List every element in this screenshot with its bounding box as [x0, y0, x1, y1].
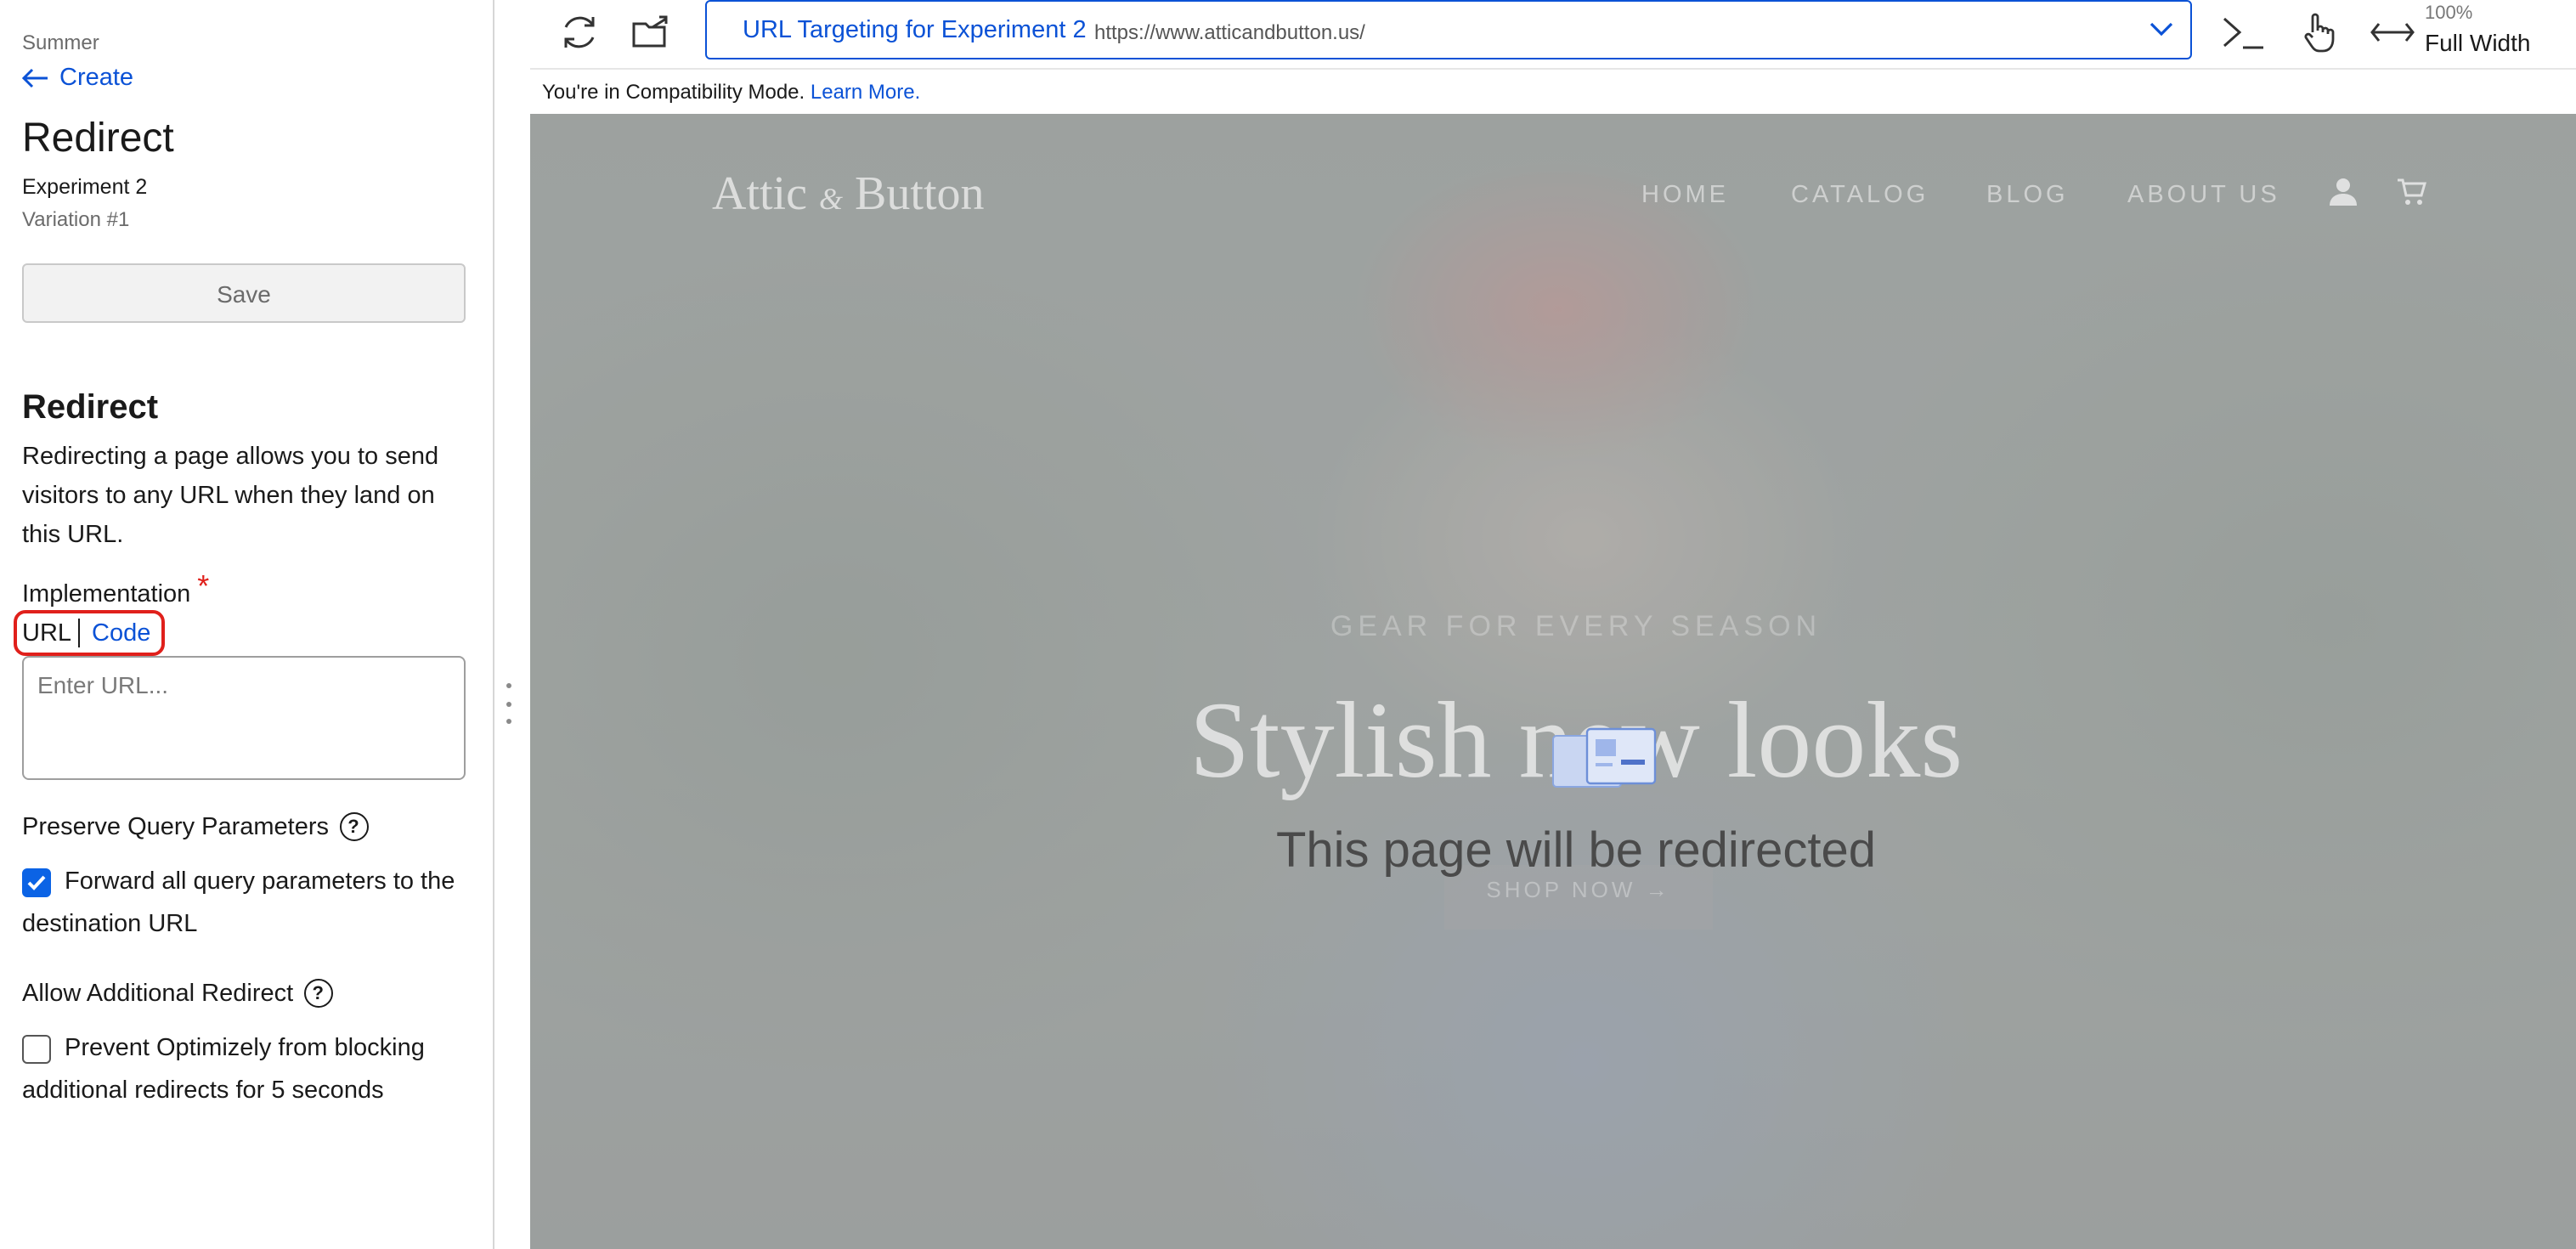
editor-sidebar: Summer Create Redirect Experiment 2 Vari… [0, 0, 494, 1249]
page-url-select[interactable]: URL Targeting for Experiment 2 https://w… [705, 0, 2192, 59]
required-marker: * [197, 569, 210, 603]
implementation-separator [78, 619, 80, 647]
site-nav-catalog[interactable]: CATALOG [1791, 182, 1929, 209]
additional-redirect-help-icon[interactable]: ? [303, 979, 333, 1008]
additional-redirect-label: Allow Additional Redirect ? [22, 979, 333, 1008]
redirect-section-title: Redirect [22, 389, 159, 427]
chevron-down-icon [2149, 22, 2173, 37]
redirect-pages-icon [1552, 727, 1657, 788]
preserve-query-help-icon[interactable]: ? [339, 812, 369, 841]
compatibility-text: You're in Compatibility Mode. [542, 80, 805, 104]
preserve-query-label: Preserve Query Parameters ? [22, 812, 369, 841]
back-link-label: Create [59, 65, 134, 92]
redirect-description: Redirecting a page allows you to send vi… [22, 444, 439, 549]
site-logo-end: Button [855, 168, 985, 221]
preserve-query-label-text: Preserve Query Parameters [22, 813, 330, 840]
cart-icon[interactable] [2396, 177, 2426, 207]
width-arrows-icon[interactable] [2369, 10, 2416, 54]
additional-redirect-checkbox-label[interactable]: Prevent Optimizely from blocking additio… [22, 1028, 464, 1113]
compatibility-bar: You're in Compatibility Mode. Learn More… [530, 68, 2576, 114]
open-external-icon[interactable] [629, 10, 673, 54]
panel-resize-handle[interactable] [503, 683, 513, 724]
page-select-title: URL Targeting for Experiment 2 [743, 17, 1087, 44]
redirect-url-input[interactable] [22, 656, 466, 780]
zoom-label[interactable]: Full Width [2425, 29, 2530, 56]
site-logo: Attic & Button [712, 168, 985, 223]
account-icon[interactable] [2328, 177, 2359, 207]
implementation-label-text: Implementation [22, 581, 191, 608]
implementation-label: Implementation * [22, 569, 209, 610]
page-title: Redirect [22, 116, 174, 161]
implementation-url-option[interactable]: URL [22, 620, 71, 647]
pointer-hand-icon[interactable] [2296, 10, 2340, 54]
implementation-code-option[interactable]: Code [92, 620, 150, 647]
refresh-icon[interactable] [557, 10, 602, 54]
preserve-query-checkbox-label[interactable]: Forward all query parameters to the dest… [22, 862, 464, 947]
editor-toolbar: URL Targeting for Experiment 2 https://w… [530, 0, 2576, 68]
arrow-left-icon [22, 68, 48, 88]
additional-redirect-label-text: Allow Additional Redirect [22, 980, 294, 1007]
page-select-url: https://www.atticandbutton.us/ [1094, 20, 1365, 44]
breadcrumb[interactable]: Summer [22, 31, 99, 54]
site-nav-about-us[interactable]: ABOUT US [2127, 182, 2280, 209]
code-editor-icon[interactable] [2219, 10, 2267, 54]
zoom-percent: 100% [2425, 3, 2473, 24]
learn-more-link[interactable]: Learn More. [811, 80, 920, 104]
experiment-name: Experiment 2 [22, 175, 148, 199]
compatibility-message: You're in Compatibility Mode. Learn More… [542, 80, 920, 104]
site-logo-main: Attic [712, 168, 807, 221]
site-nav-blog[interactable]: BLOG [1986, 182, 2069, 209]
back-create-link[interactable]: Create [22, 65, 133, 92]
save-button[interactable]: Save [22, 263, 466, 323]
variation-name: Variation #1 [22, 207, 130, 231]
site-nav-home[interactable]: HOME [1641, 182, 1729, 209]
site-logo-amp: & [819, 182, 844, 216]
hero-kicker: GEAR FOR EVERY SEASON [1330, 610, 1822, 642]
page-preview: Attic & Button HOME CATALOG BLOG ABOUT U… [530, 114, 2576, 1249]
redirect-message: This page will be redirected [1275, 824, 1876, 879]
